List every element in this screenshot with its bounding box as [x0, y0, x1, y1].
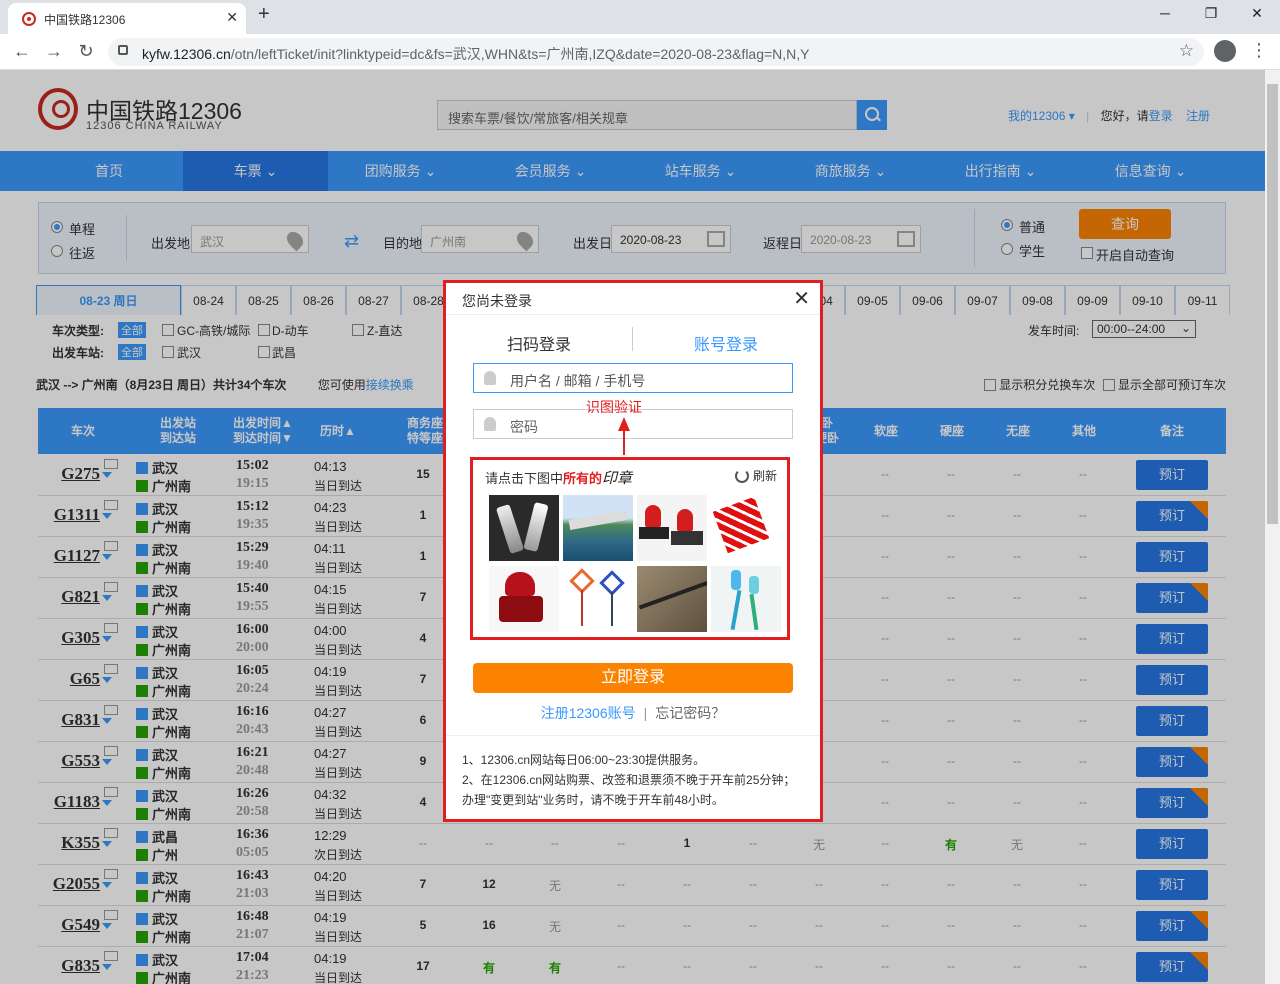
reload-icon[interactable]: ↻: [74, 41, 98, 62]
lock-icon: [118, 45, 128, 55]
username-placeholder: 用户名 / 邮箱 / 手机号: [510, 373, 646, 389]
captcha-keyword: 印章: [602, 469, 633, 487]
user-icon: [484, 371, 496, 385]
login-dialog-title: 您尚未登录: [462, 293, 532, 309]
username-input[interactable]: 用户名 / 邮箱 / 手机号: [473, 363, 793, 393]
bookmark-star-icon[interactable]: ☆: [1179, 41, 1194, 61]
register-account-link[interactable]: 注册12306账号: [541, 705, 636, 721]
browser-menu-icon[interactable]: ⋮: [1250, 40, 1268, 61]
login-dialog: 您尚未登录 ✕ 扫码登录 账号登录 用户名 / 邮箱 / 手机号 密码 识图验证…: [443, 280, 823, 822]
login-links: 注册12306账号 | 忘记密码？: [446, 703, 820, 723]
captcha-image-toothbrush[interactable]: [711, 566, 781, 632]
captcha-image-red-firecrackers[interactable]: [711, 495, 781, 561]
window-restore-button[interactable]: ❐: [1196, 5, 1226, 22]
ticket-rules-note: 2、在12306.cn网站购票、改签和退票须不晚于开车前25分钟；办理"变更到站…: [462, 773, 796, 807]
lock-icon: [484, 417, 496, 431]
page-scrollbar[interactable]: [1265, 70, 1280, 984]
browser-toolbar: ← → ↻ kyfw.12306.cn/otn/leftTicket/init?…: [0, 34, 1280, 70]
tab-qr-login[interactable]: 扫码登录: [446, 331, 632, 355]
login-dialog-header: 您尚未登录 ✕: [446, 283, 820, 315]
login-notes: 1、12306.cn网站每日06:00~23:30提供服务。 2、在12306.…: [446, 735, 820, 819]
browser-tabbar: 中国铁路12306 ✕ + ─ ❐ ✕: [0, 0, 1280, 34]
captcha-panel: 请点击下图中所有的印章 刷新: [470, 457, 790, 640]
captcha-image-rubber-stamps[interactable]: [637, 495, 707, 561]
url-host: kyfw.12306.cn: [142, 46, 231, 62]
password-placeholder: 密码: [510, 419, 538, 435]
new-tab-button[interactable]: +: [258, 3, 270, 26]
captcha-image-metal-rod[interactable]: [637, 566, 707, 632]
captcha-image-glass-cups[interactable]: [489, 495, 559, 561]
captcha-prompt: 请点击下图中所有的印章: [485, 467, 632, 488]
captcha-prompt-a: 请点击下图中: [485, 471, 564, 486]
captcha-refresh-label: 刷新: [752, 469, 777, 483]
back-arrow-icon[interactable]: ←: [10, 41, 34, 62]
window-close-button[interactable]: ✕: [1242, 5, 1272, 22]
window-minimize-button[interactable]: ─: [1150, 5, 1180, 21]
forgot-password-link[interactable]: 忘记密码？: [655, 705, 725, 721]
captcha-annotation-label: 识图验证: [586, 399, 642, 415]
address-bar[interactable]: kyfw.12306.cn/otn/leftTicket/init?linkty…: [108, 38, 1204, 66]
url-text: kyfw.12306.cn/otn/leftTicket/init?linkty…: [142, 44, 810, 64]
captcha-image-paper-cut-decorations[interactable]: [563, 566, 633, 632]
browser-tab[interactable]: 中国铁路12306 ✕: [8, 3, 246, 34]
tab-account-login[interactable]: 账号登录: [632, 331, 820, 355]
annotation-arrow-stem: [623, 429, 625, 455]
refresh-icon: [734, 469, 749, 483]
url-path: /otn/leftTicket/init?linktypeid=dc&fs=武汉…: [230, 46, 810, 62]
close-icon[interactable]: ✕: [793, 286, 810, 311]
login-submit-button[interactable]: 立即登录: [473, 663, 793, 693]
profile-avatar-icon[interactable]: [1214, 40, 1236, 62]
site-favicon-icon: [22, 12, 36, 26]
tab-title: 中国铁路12306: [44, 13, 126, 27]
captcha-prompt-b: 所有的: [563, 471, 603, 486]
forward-arrow-icon[interactable]: →: [42, 41, 66, 62]
scrollbar-thumb[interactable]: [1267, 84, 1278, 524]
captcha-image-seaside-city[interactable]: [563, 495, 633, 561]
login-tabs: 扫码登录 账号登录: [446, 321, 820, 357]
page-content: 中国铁路12306 12306 CHINA RAILWAY 搜索车票/餐饮/常旅…: [0, 70, 1265, 984]
tab-close-icon[interactable]: ✕: [226, 9, 238, 26]
captcha-refresh-button[interactable]: 刷新: [734, 467, 777, 484]
service-hours-note: 1、12306.cn网站每日06:00~23:30提供服务。: [462, 753, 706, 767]
captcha-image-red-stamp[interactable]: [489, 566, 559, 632]
link-separator: |: [643, 705, 648, 721]
